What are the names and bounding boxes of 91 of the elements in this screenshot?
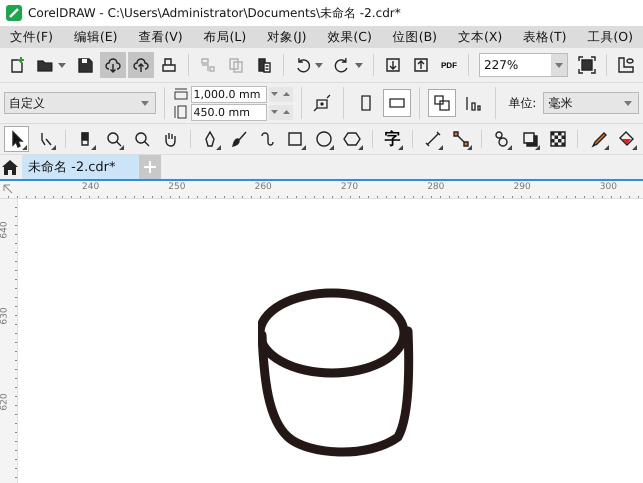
copy-icon: [226, 56, 245, 74]
spin-up-icon: [283, 110, 290, 114]
height-icon: [172, 104, 188, 120]
width-field[interactable]: 1,000.0 mm: [190, 86, 266, 102]
flyout-corner-icon: [329, 145, 334, 150]
height-field[interactable]: 450.0 mm: [190, 104, 266, 120]
bars-icon: [464, 94, 482, 112]
checkerboard-icon: [548, 130, 567, 148]
export-icon: [412, 56, 430, 74]
spin-down-icon: [271, 110, 278, 114]
text-tool[interactable]: 字: [380, 126, 405, 152]
flyout-corner-icon: [438, 145, 444, 150]
unit-dropdown[interactable]: 毫米: [543, 92, 640, 114]
ruler-label: 640: [0, 221, 10, 239]
flyout-corner-icon: [119, 145, 124, 150]
ruler-label: 280: [427, 182, 444, 192]
menu-item[interactable]: 文件(F): [10, 28, 53, 46]
search-icon: [104, 130, 123, 148]
ruler-origin-icon: [3, 184, 15, 194]
window-title: CorelDRAW - C:\Users\Administrator\Documents\未命名 -2.cdr*: [28, 4, 401, 22]
all-pages-button[interactable]: [428, 89, 456, 117]
pick-tool[interactable]: [4, 126, 30, 152]
caret-icon: [58, 62, 66, 68]
cloud-download-icon: [104, 56, 122, 74]
print-icon: [160, 56, 178, 74]
flyout-corner-icon: [506, 145, 512, 150]
menu-item[interactable]: 编辑(E): [74, 28, 118, 46]
connector-icon: [452, 130, 470, 148]
caret-icon: [355, 62, 363, 68]
ruler-icon: [616, 56, 635, 74]
hexagon-icon: [343, 130, 362, 148]
caret-icon: [140, 100, 149, 106]
flyout-corner-icon: [604, 145, 609, 150]
ruler-label: 270: [340, 182, 358, 192]
spin-up-icon: [283, 92, 290, 96]
caret-icon: [315, 62, 324, 68]
flyout-corner-icon: [466, 145, 472, 150]
menu-item[interactable]: 布局(L): [204, 28, 246, 46]
caret-icon: [624, 100, 632, 106]
app-logo-icon: [6, 5, 22, 21]
menu-item[interactable]: 位图(B): [392, 28, 438, 46]
unit-label: 单位:: [508, 94, 536, 112]
flyout-corner-icon: [216, 145, 222, 150]
ruler-label: 290: [514, 182, 531, 192]
ruler-label: 260: [254, 182, 272, 192]
ruler-label: 250: [168, 182, 186, 192]
zoom-level-dropdown[interactable]: 227%: [478, 53, 568, 77]
width-spinner[interactable]: [268, 86, 292, 102]
plus-icon: [144, 161, 156, 173]
menu-item[interactable]: 文本(X): [458, 28, 502, 46]
flyout-corner-icon: [50, 145, 56, 150]
caret-icon: [554, 62, 563, 68]
height-spinner[interactable]: [268, 104, 292, 120]
menu-item[interactable]: 工具(O): [587, 28, 633, 46]
copy-properties-icon: [198, 56, 217, 74]
cloud-up-button[interactable]: [128, 52, 154, 78]
ruler-label: 630: [0, 307, 10, 325]
rectangle-icon: [286, 130, 304, 148]
pdf-button[interactable]: PDF: [436, 52, 462, 78]
pages-icon: [433, 94, 452, 112]
dimension-line-icon: [424, 130, 442, 148]
home-icon[interactable]: [2, 160, 18, 174]
search-icon: [132, 130, 151, 148]
menu-item[interactable]: 查看(V): [138, 28, 183, 46]
cloud-down-button[interactable]: [100, 52, 126, 78]
menu-item[interactable]: 效果(C): [327, 28, 372, 46]
cloud-upload-icon: [132, 56, 150, 74]
page-size-dropdown[interactable]: 自定义: [4, 92, 156, 114]
flyout-corner-icon: [90, 145, 96, 150]
landscape-button[interactable]: [383, 89, 412, 117]
target-icon: [313, 94, 332, 112]
document-tab[interactable]: 未命名 -2.cdr*: [22, 155, 140, 179]
ruler-label: 300: [600, 182, 617, 192]
width-icon: [172, 86, 188, 102]
flyout-corner-icon: [301, 145, 306, 150]
flyout-corner-icon: [632, 145, 638, 150]
menu-item[interactable]: 表格(T): [523, 28, 567, 46]
drop-shadow-icon: [520, 130, 538, 148]
flyout-corner-icon: [398, 145, 403, 150]
menu-item[interactable]: 对象(J): [267, 28, 307, 46]
flyout-corner-icon: [535, 145, 540, 150]
ruler-label: 240: [82, 182, 100, 192]
flyout-corner-icon: [22, 145, 28, 150]
flyout-corner-icon: [358, 145, 363, 150]
eyedropper-icon: [589, 130, 608, 148]
ruler-label: 620: [0, 393, 10, 411]
fullscreen-icon: [578, 56, 596, 74]
paint-bucket-icon: [617, 130, 636, 148]
import-icon: [384, 56, 402, 74]
brush-icon: [230, 130, 248, 148]
spin-down-icon: [271, 92, 278, 96]
